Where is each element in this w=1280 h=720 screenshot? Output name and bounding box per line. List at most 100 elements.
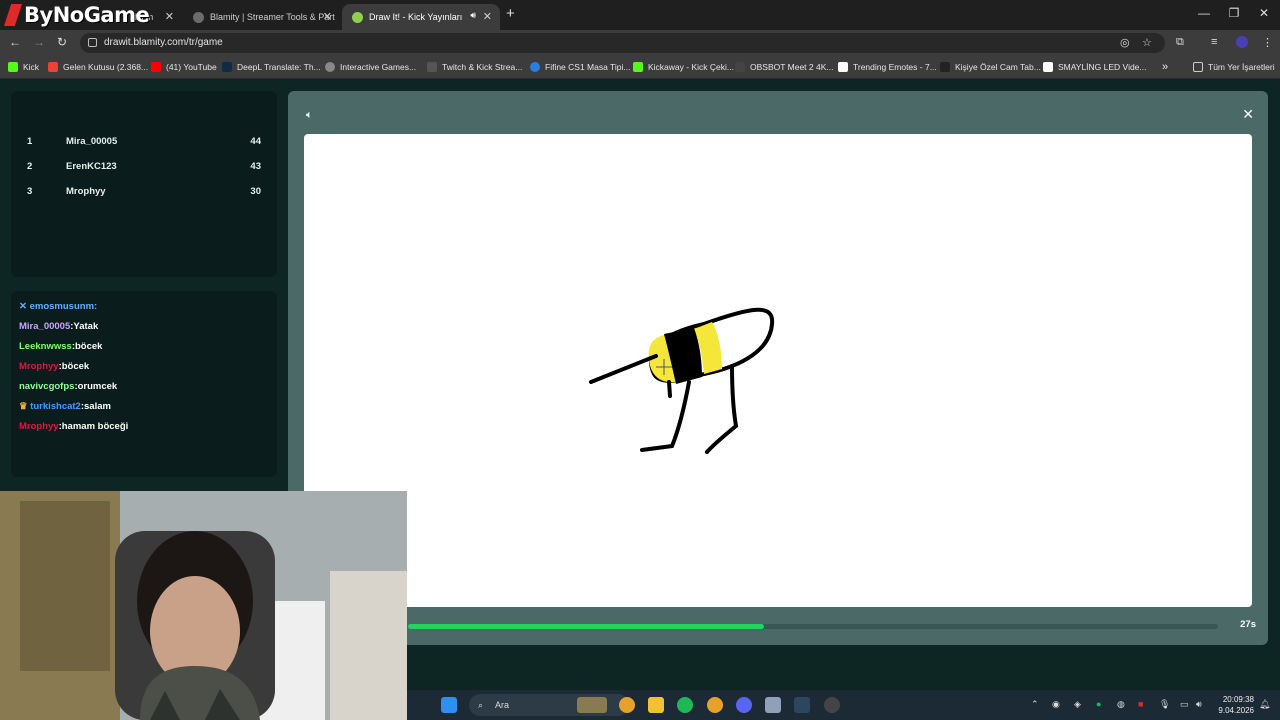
close-tab-icon[interactable]: ✕ [483, 10, 492, 23]
widgets-icon[interactable] [577, 697, 607, 713]
chat-username: Mrophyy [19, 421, 59, 432]
bookmark-item[interactable]: DeepL Translate: Th... [222, 55, 321, 79]
discord-icon[interactable] [736, 697, 752, 713]
rank: 1 [27, 136, 33, 147]
bookmark-item[interactable]: Fifine CS1 Masa Tipi... [530, 55, 631, 79]
file-explorer-icon[interactable] [648, 697, 664, 713]
chat-message: Mrophyy:böcek [19, 361, 89, 372]
bookmark-item[interactable]: Interactive Games... [325, 55, 416, 79]
bookmark-label: SMAYLİNG LED Vide... [1058, 62, 1147, 72]
deepl-icon [222, 62, 232, 72]
drawing-canvas[interactable] [304, 134, 1252, 607]
record-tray-icon[interactable]: ■ [1138, 699, 1143, 709]
bookmarks-overflow-icon[interactable]: » [1162, 55, 1168, 79]
minimize-icon[interactable]: — [1194, 6, 1214, 20]
steam-tray-icon[interactable]: ◍ [1117, 699, 1125, 710]
tab-drawit[interactable]: Draw It! - Kick Yayınları İçin 🔊︎ ✕ [342, 4, 500, 30]
webcam-feed [0, 491, 407, 720]
volume-icon[interactable]: 🔊︎ [1196, 699, 1202, 710]
site-info-icon[interactable] [88, 38, 97, 47]
crown-icon: ♛ [19, 401, 31, 412]
tray-app-icon[interactable]: ◈ [1074, 699, 1081, 710]
search-placeholder: Ara [495, 700, 510, 710]
search-icon: ⌕ [478, 700, 484, 710]
discord-tray-icon[interactable]: ◉ [1052, 699, 1060, 710]
clock-date: 9.04.2026 [1218, 706, 1254, 715]
close-icon[interactable]: ✕ [1242, 106, 1254, 123]
url-field[interactable]: drawit.blamity.com/tr/game [80, 33, 1165, 53]
all-bookmarks-folder[interactable]: Tüm Yer İşaretleri [1193, 55, 1275, 79]
leaderboard-row: 2 ErenKC123 43 [11, 161, 277, 181]
chat-message: navivcgofps:orumcek [19, 381, 117, 392]
cp-icon [427, 62, 437, 72]
chat-message: ♛ turkishcat2:salam [19, 401, 111, 412]
bookmark-item[interactable]: Kickaway - Kick Çeki... [633, 55, 734, 79]
notification-bell-icon[interactable]: 🔔︎ [1259, 699, 1270, 710]
address-bar-row: ← → ↻ drawit.blamity.com/tr/game ◎ ☆ ⧉ ≡… [0, 30, 1280, 55]
leaderboard: 1 Mira_00005 44 2 ErenKC123 43 3 Mrophyy… [11, 91, 277, 277]
windows-start-icon[interactable] [441, 697, 457, 713]
extensions-icon[interactable]: ⧉ [1176, 36, 1184, 49]
brand-watermark: ByNoGame [0, 0, 150, 30]
new-tab-button[interactable]: + [506, 5, 515, 22]
leaderboard-row: 1 Mira_00005 44 [11, 136, 277, 156]
player-score: 44 [250, 136, 261, 147]
shop-icon [940, 62, 950, 72]
bookmark-item[interactable]: OBSBOT Meet 2 4K... [735, 55, 833, 79]
spotify-tray-icon[interactable]: ● [1096, 699, 1101, 709]
amazon-icon [1043, 62, 1053, 72]
bookmark-label: Kickaway - Kick Çeki... [648, 62, 734, 72]
browser-tab-bar: ld's m ✕ Blamity | Streamer Tools & Part… [0, 0, 1280, 30]
bookmark-label: Tüm Yer İşaretleri [1208, 62, 1275, 72]
bookmark-item[interactable]: Twitch & Kick Strea... [427, 55, 522, 79]
bookmark-item[interactable]: Kişiye Özel Cam Tab... [940, 55, 1041, 79]
taskbar-clock[interactable]: 20:09:38 9.04.2026 [1218, 694, 1254, 716]
steam-icon[interactable] [794, 697, 810, 713]
spotify-icon[interactable] [677, 697, 693, 713]
bookmark-item[interactable]: SMAYLİNG LED Vide... [1043, 55, 1147, 79]
sketch-leg-back [705, 364, 739, 454]
chrome-active-icon[interactable] [707, 697, 723, 713]
close-tab-icon[interactable]: ✕ [165, 10, 174, 23]
eye-off-icon[interactable]: ◎ [1120, 36, 1130, 49]
bookmark-item[interactable]: (41) YouTube [151, 55, 217, 79]
verified-icon [530, 62, 540, 72]
forward-icon[interactable]: → [33, 35, 45, 49]
bookmark-item[interactable]: Trending Emotes - 7... [838, 55, 937, 79]
chat-text: :orumcek [74, 381, 118, 392]
media-queue-icon[interactable]: ≡ [1211, 36, 1217, 48]
microphone-icon[interactable]: 🎙︎ [1159, 699, 1170, 710]
chat-username: turkishcat2 [30, 401, 81, 412]
drawit-favicon-icon [352, 11, 363, 23]
tab-blamity[interactable]: Blamity | Streamer Tools & Part ✕ [183, 4, 340, 30]
reload-icon[interactable]: ↻ [57, 35, 67, 49]
window-close-icon[interactable]: ✕ [1254, 6, 1274, 20]
bookmark-item[interactable]: Gelen Kutusu (2.368... [48, 55, 148, 79]
chat-username: Mrophyy [19, 361, 59, 372]
tab-label: Draw It! - Kick Yayınları İçin [369, 12, 465, 22]
kick-icon [8, 62, 18, 72]
gmail-icon [48, 62, 58, 72]
app-icon[interactable] [765, 697, 781, 713]
menu-icon[interactable]: ⋮ [1262, 36, 1273, 49]
chrome-icon[interactable] [619, 697, 635, 713]
tab-audio-icon[interactable]: 🔊︎ [470, 10, 476, 21]
sketch-leg-mid [667, 380, 672, 398]
sketch-antenna [589, 354, 658, 384]
bookmark-item[interactable]: Kick [8, 55, 39, 79]
timer-bar [408, 624, 1218, 629]
close-tab-icon[interactable]: ✕ [323, 10, 332, 23]
chat-text: :salam [80, 401, 111, 412]
back-icon[interactable]: ← [9, 35, 21, 49]
bookmark-label: Twitch & Kick Strea... [442, 62, 523, 72]
profile-avatar[interactable] [1236, 36, 1248, 48]
chat-text: :Yatak [70, 321, 99, 332]
bookmark-star-icon[interactable]: ☆ [1142, 36, 1152, 49]
network-icon[interactable]: ▭ [1180, 699, 1189, 710]
chat-message: Mrophyy:hamam böceği [19, 421, 128, 432]
maximize-icon[interactable]: ❐ [1224, 6, 1244, 20]
drawing-sketch [589, 307, 775, 454]
obs-icon[interactable] [824, 697, 840, 713]
tray-overflow-icon[interactable]: ⌃ [1031, 699, 1039, 710]
speaker-icon[interactable]: 🔈︎ [306, 109, 313, 122]
